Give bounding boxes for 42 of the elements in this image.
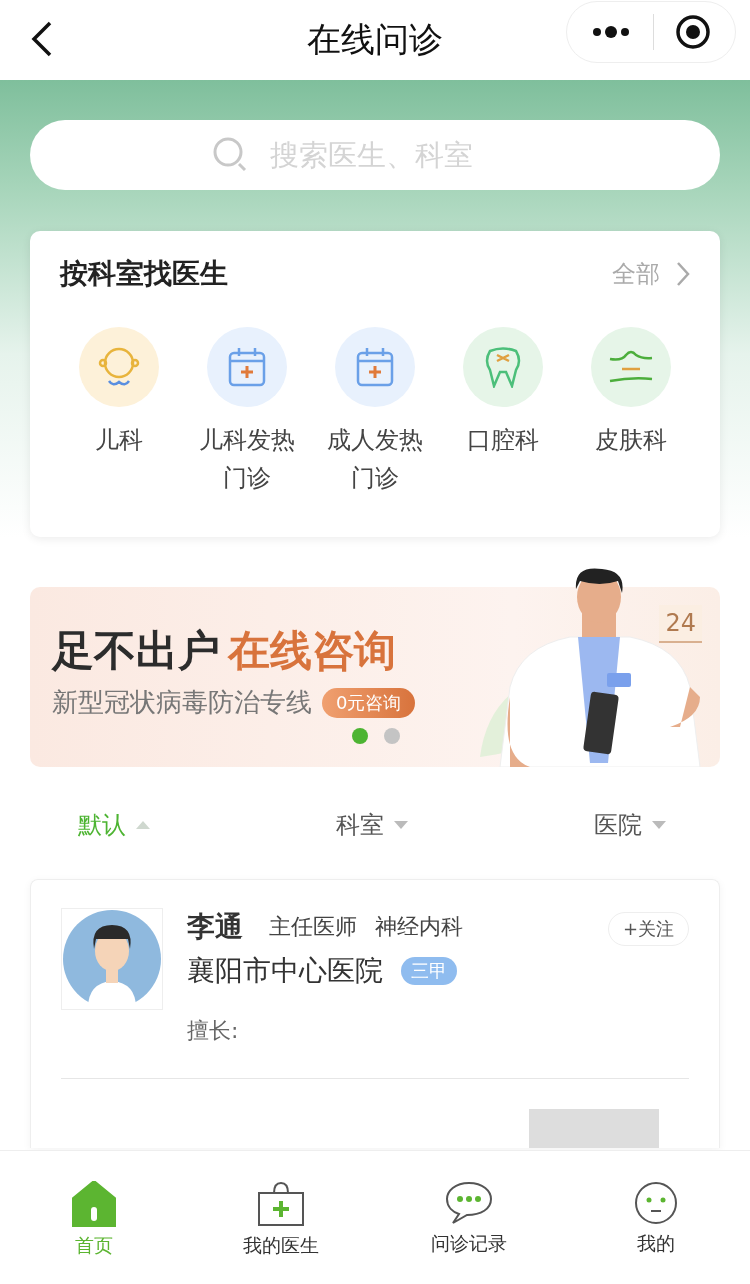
more-icon[interactable] <box>591 26 632 38</box>
calendar-plus-icon <box>227 346 267 388</box>
sort-filter-tab[interactable]: 科室 <box>336 809 408 841</box>
sort-arrow-icon <box>394 821 408 829</box>
home-icon <box>71 1181 116 1227</box>
carousel-dot[interactable] <box>384 728 400 744</box>
chat-bubble-icon <box>444 1181 493 1225</box>
department-item[interactable]: 儿科发热门诊 <box>188 327 306 497</box>
tooth-icon <box>484 346 522 388</box>
skin-layers-icon <box>608 349 654 385</box>
hospital-grade-tag: 三甲 <box>401 957 457 985</box>
page-title: 在线问诊 <box>307 18 443 61</box>
department-item[interactable]: 成人发热门诊 <box>316 327 434 497</box>
calendar-card: 24 <box>659 605 702 643</box>
medical-kit-icon <box>257 1181 306 1227</box>
smiley-face-icon <box>634 1181 679 1225</box>
department-item[interactable]: 皮肤科 <box>572 327 690 497</box>
carousel-dot[interactable] <box>352 728 368 744</box>
expertise-label: 擅长: <box>187 1017 240 1045</box>
department-item[interactable]: 儿科 <box>60 327 178 497</box>
banner-headline: 足不出户 在线咨询 <box>52 625 397 677</box>
doctor-department: 神经内科 <box>375 913 463 941</box>
back-icon[interactable] <box>30 20 54 58</box>
calendar-plus-icon <box>355 346 395 388</box>
chevron-right-icon <box>676 261 690 287</box>
tab-bar-item[interactable]: 我的医生 <box>211 1181 352 1284</box>
follow-button[interactable]: +关注 <box>607 912 689 946</box>
tab-bar-item[interactable]: 我的 <box>586 1181 727 1284</box>
baby-icon <box>97 346 141 388</box>
section-title: 按科室找医生 <box>60 256 228 292</box>
tab-bar-item[interactable]: 问诊记录 <box>398 1181 539 1284</box>
doctor-title: 主任医师 <box>269 913 357 941</box>
promo-banner[interactable]: 足不出户 在线咨询 新型冠状病毒防治专线 0元咨询 24 <box>30 567 720 767</box>
department-item[interactable]: 口腔科 <box>444 327 562 497</box>
close-mini-program-icon[interactable] <box>674 14 711 50</box>
banner-subtitle: 新型冠状病毒防治专线 <box>52 686 312 719</box>
free-consult-badge: 0元咨询 <box>322 687 416 718</box>
sort-arrow-icon <box>136 821 150 829</box>
sort-arrow-icon <box>652 821 666 829</box>
sort-filter-tab[interactable]: 医院 <box>594 809 666 841</box>
hospital-name: 襄阳市中心医院 <box>187 953 383 989</box>
doctor-name: 李通 <box>187 909 243 945</box>
